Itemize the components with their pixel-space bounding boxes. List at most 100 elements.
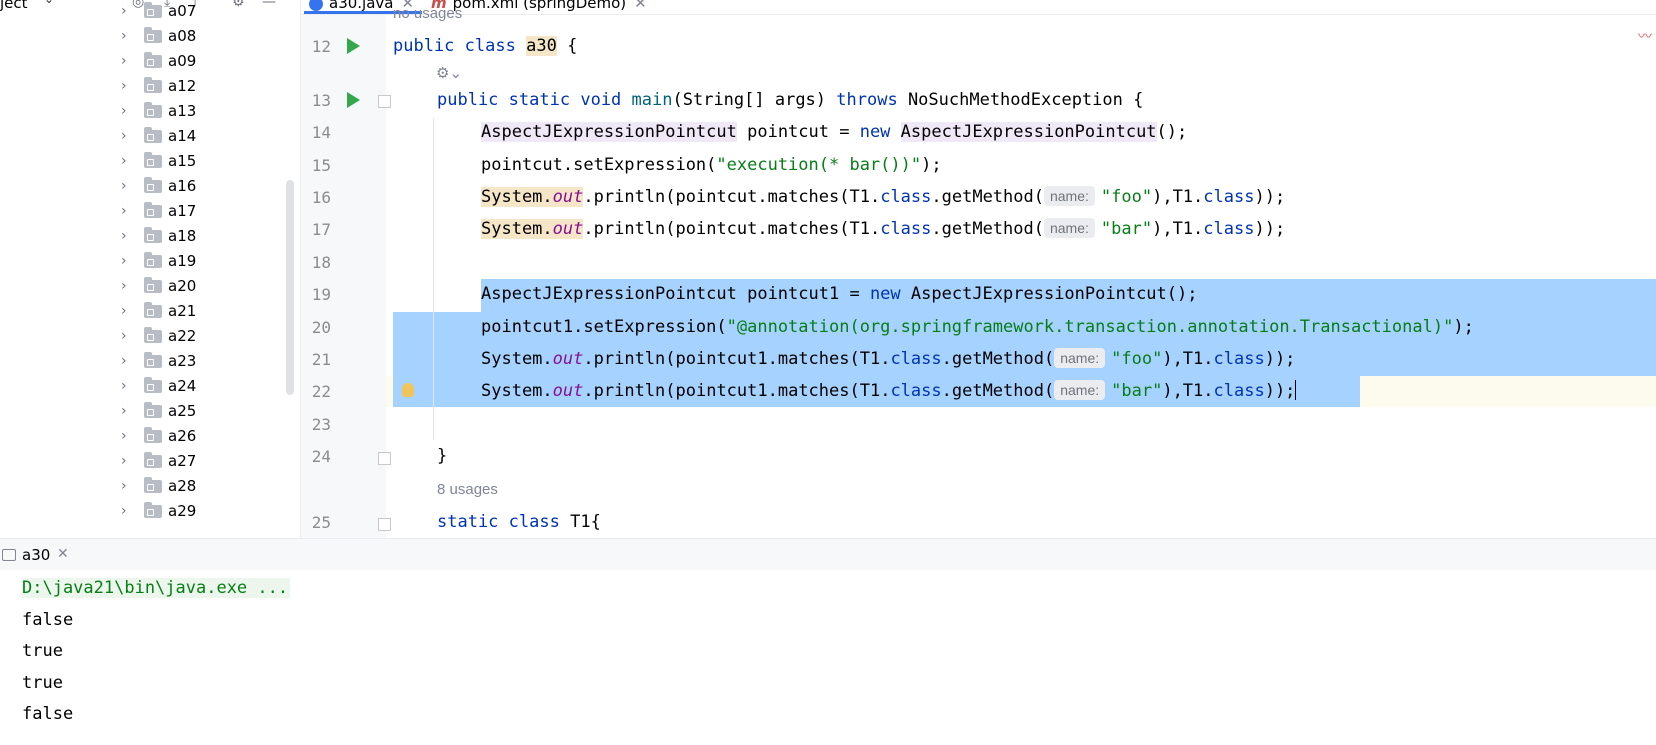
tree-item-a23[interactable]: › a23 [0, 350, 290, 375]
fold-icon[interactable] [378, 518, 391, 531]
tree-item-a19[interactable]: › a19 [0, 250, 290, 275]
tree-item-a16[interactable]: › a16 [0, 175, 290, 200]
tree-item-a07[interactable]: › a07 [0, 0, 290, 25]
chevron-right-icon[interactable]: › [121, 478, 127, 494]
chevron-right-icon[interactable]: › [121, 353, 127, 369]
line-number: 15 [311, 156, 331, 175]
code-line-16[interactable]: System.out.println(pointcut.matches(T1.c… [481, 182, 1656, 213]
line-number: 13 [311, 91, 331, 110]
code-line-25[interactable]: static class T1{ [437, 507, 1656, 538]
tree-item-a21[interactable]: › a21 [0, 300, 290, 325]
tree-item-a14[interactable]: › a14 [0, 125, 290, 150]
tree-item-label: a18 [168, 227, 197, 245]
chevron-right-icon[interactable]: › [121, 303, 127, 319]
chevron-right-icon[interactable]: › [121, 78, 127, 94]
chevron-right-icon[interactable]: › [121, 503, 127, 519]
editor-tabbar: a30.java ✕ m pom.xml (springDemo) ✕ [301, 0, 1656, 15]
close-icon[interactable]: ✕ [634, 0, 647, 12]
field-ref: out [552, 349, 584, 369]
chevron-right-icon[interactable]: › [121, 378, 127, 394]
console-output-line: true [22, 673, 63, 693]
keyword: class [464, 36, 516, 56]
chevron-right-icon[interactable]: › [121, 178, 127, 194]
tree-item-label: a27 [168, 452, 197, 470]
chevron-right-icon[interactable]: › [121, 103, 127, 119]
tree-item-a09[interactable]: › a09 [0, 50, 290, 75]
chevron-right-icon[interactable]: › [121, 228, 127, 244]
problems-indicator-icon[interactable]: 〰 [1638, 26, 1652, 46]
tree-item-label: a28 [168, 477, 197, 495]
run-tab-label[interactable]: a30 [22, 546, 50, 564]
fold-icon[interactable] [378, 452, 391, 465]
tree-item-a18[interactable]: › a18 [0, 225, 290, 250]
ai-assistant-icon[interactable]: ⚙⌄ [436, 64, 462, 82]
tree-item-a17[interactable]: › a17 [0, 200, 290, 225]
tree-item-a13[interactable]: › a13 [0, 100, 290, 125]
tree-item-a28[interactable]: › a28 [0, 475, 290, 500]
code-text: (String[] args) [672, 90, 837, 110]
code-text: .println(pointcut1.matches(T1. [583, 349, 891, 369]
code-line-21[interactable]: System.out.println(pointcut1.matches(T1.… [481, 344, 1656, 375]
keyword: void [580, 90, 622, 110]
tree-item-a26[interactable]: › a26 [0, 425, 290, 450]
code-line-17[interactable]: System.out.println(pointcut.matches(T1.c… [481, 214, 1656, 245]
close-icon[interactable]: ✕ [57, 546, 69, 562]
tree-scrollbar[interactable] [286, 180, 294, 395]
chevron-right-icon[interactable]: › [121, 403, 127, 419]
tree-item-label: a25 [168, 402, 197, 420]
chevron-right-icon[interactable]: › [121, 203, 127, 219]
line-number: 25 [311, 513, 331, 532]
code-line-15[interactable]: pointcut.setExpression("execution(* bar(… [481, 150, 1656, 181]
class-ref: AspectJExpressionPointcut [910, 284, 1167, 304]
tree-item-a08[interactable]: › a08 [0, 25, 290, 50]
usages-hint[interactable]: no usages [393, 5, 462, 22]
code-text: .println(pointcut.matches(T1. [583, 187, 881, 207]
keyword: class [1203, 219, 1255, 239]
tree-item-a29[interactable]: › a29 [0, 500, 290, 525]
code-line-14[interactable]: AspectJExpressionPointcut pointcut = new… [481, 117, 1656, 148]
tab-label: pom.xml (springDemo) [452, 0, 627, 12]
lightbulb-icon[interactable] [402, 383, 414, 397]
code-text: ); [921, 155, 942, 175]
usages-hint[interactable]: 8 usages [437, 481, 498, 498]
string-literal: "foo" [1111, 349, 1163, 369]
tree-item-a12[interactable]: › a12 [0, 75, 290, 100]
tree-item-a24[interactable]: › a24 [0, 375, 290, 400]
code-line-22[interactable]: System.out.println(pointcut1.matches(T1.… [481, 376, 1656, 407]
chevron-right-icon[interactable]: › [121, 278, 127, 294]
chevron-right-icon[interactable]: › [121, 253, 127, 269]
chevron-right-icon[interactable]: › [121, 3, 127, 19]
tree-item-a20[interactable]: › a20 [0, 275, 290, 300]
parameter-hint: name: [1054, 348, 1106, 368]
chevron-right-icon[interactable]: › [121, 53, 127, 69]
chevron-right-icon[interactable]: › [121, 153, 127, 169]
keyword: public [437, 90, 499, 110]
code-line-19[interactable]: AspectJExpressionPointcut pointcut1 = ne… [481, 279, 1656, 310]
tree-item-a22[interactable]: › a22 [0, 325, 290, 350]
code-text: pointcut1.setExpression( [481, 317, 727, 337]
code-line-24[interactable]: } [437, 441, 1656, 472]
string-literal: "execution(* bar())" [716, 155, 922, 175]
tree-item-a25[interactable]: › a25 [0, 400, 290, 425]
code-line-20[interactable]: pointcut1.setExpression("@annotation(org… [481, 312, 1656, 343]
chevron-right-icon[interactable]: › [121, 128, 127, 144]
class-ref: AspectJExpressionPointcut [900, 122, 1157, 142]
code-line-12[interactable]: public class a30 { [393, 31, 1656, 62]
fold-icon[interactable] [378, 95, 391, 108]
code-text: )); [1264, 381, 1296, 401]
run-class-icon[interactable] [347, 38, 360, 54]
tree-item-a15[interactable]: › a15 [0, 150, 290, 175]
chevron-right-icon[interactable]: › [121, 328, 127, 344]
class-ref: System [481, 219, 543, 239]
chevron-right-icon[interactable]: › [121, 453, 127, 469]
chevron-right-icon[interactable]: › [121, 428, 127, 444]
tree-item-a27[interactable]: › a27 [0, 450, 290, 475]
line-number: 18 [311, 253, 331, 272]
run-main-icon[interactable] [347, 92, 360, 108]
chevron-right-icon[interactable]: › [121, 28, 127, 44]
tab-pom-xml[interactable]: m pom.xml (springDemo) ✕ [431, 0, 647, 12]
code-line-13[interactable]: public static void main(String[] args) t… [437, 85, 1656, 116]
folder-icon [144, 177, 162, 193]
field-ref: out [552, 381, 584, 401]
run-console[interactable]: D:\java21\bin\java.exe ... false true tr… [0, 570, 1656, 745]
